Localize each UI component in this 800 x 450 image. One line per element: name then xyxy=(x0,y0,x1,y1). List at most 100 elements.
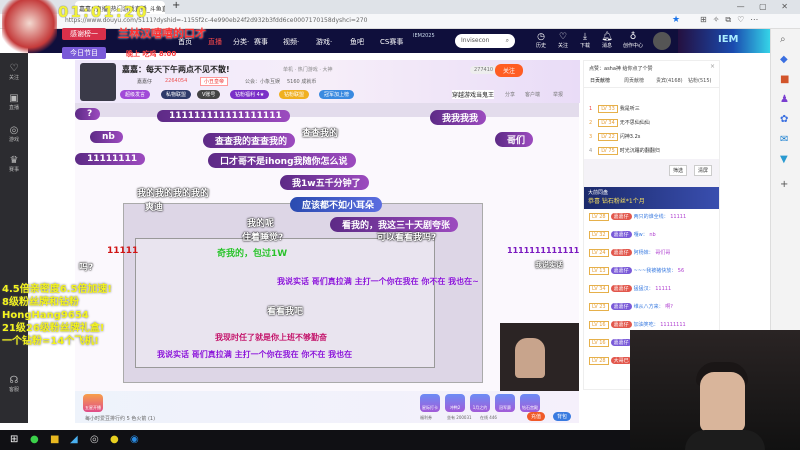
sidebar-item-esports[interactable]: ♛ 赛事 xyxy=(0,155,28,173)
welfare-link[interactable]: 福利券 xyxy=(420,415,432,421)
room-tag[interactable]: 小丑皇帝 xyxy=(200,77,229,86)
pill-3[interactable]: 钻粉福利 4★ xyxy=(230,90,270,99)
nav-video[interactable]: 视频· xyxy=(283,37,299,47)
chat-user[interactable]: 猛猛汉： xyxy=(634,286,654,292)
clear-button[interactable]: 清屏 xyxy=(694,165,713,176)
tab-daily[interactable]: 日贡献榜 xyxy=(590,77,610,84)
backpack-button[interactable]: 背包 xyxy=(553,412,572,421)
follow-button[interactable]: 关注 xyxy=(495,64,524,77)
chat-user[interactable]: 维从八方来： xyxy=(634,304,664,310)
people-icon[interactable]: ♟ xyxy=(780,94,789,105)
filter-button[interactable]: 筛选 xyxy=(669,165,688,176)
nav-esports[interactable]: 赛事 xyxy=(254,37,268,47)
game-icon[interactable]: ▼ xyxy=(780,154,788,165)
nav-follow[interactable]: ♡ 关注 xyxy=(552,32,574,49)
tag-icon[interactable]: ◆ xyxy=(780,54,788,65)
charge-button[interactable]: 充值 xyxy=(527,412,546,421)
chat-message[interactable]: LV 23 嘉嘉仔 维从八方来： 啊? xyxy=(589,303,673,311)
star-icon[interactable]: ★ xyxy=(672,15,680,25)
add-icon[interactable]: + xyxy=(780,179,788,190)
gift-left[interactable]: 五星开播 xyxy=(83,394,103,412)
video-player[interactable]: ? 111111111111111111 我我我我 查查我的 nb 查查我的查查… xyxy=(75,103,579,391)
sidebar-item-service[interactable]: ☊ 客服 xyxy=(0,375,28,393)
sidebar-item-games[interactable]: ◎ 游戏 xyxy=(0,125,28,143)
rank-row[interactable]: 2 LV 34 无不思仙仙仙 xyxy=(589,119,650,127)
browser-toolbar-icons[interactable]: ⊞✧⧉♡⋯ xyxy=(700,15,764,25)
pill-1[interactable]: 私物联盟 xyxy=(161,90,192,99)
wechat-icon[interactable]: ● xyxy=(30,434,39,445)
steam-icon[interactable]: ◎ xyxy=(90,434,99,445)
nav-history[interactable]: ◷ 历史 xyxy=(530,32,552,49)
pill-5[interactable]: 冠军加上榜 xyxy=(319,90,355,99)
toolbox-icon[interactable]: ■ xyxy=(780,74,789,85)
search-icon[interactable]: ⌕ xyxy=(780,34,786,45)
tab-diamond[interactable]: 钻粉(515) xyxy=(688,77,711,84)
rank-row[interactable]: 3 LV 22 闪神3.2s xyxy=(589,133,640,141)
share-button[interactable]: 分享 xyxy=(505,91,515,98)
level: LV 34 xyxy=(598,119,618,127)
guild[interactable]: 公会：小象互娱 xyxy=(245,78,280,85)
pill-0[interactable]: 超级发言 xyxy=(120,90,151,99)
pill-2[interactable]: V账号 xyxy=(197,90,221,99)
sidebar-item-live[interactable]: ▣ 直播 xyxy=(0,93,28,111)
url-text[interactable]: https://www.douyu.com/5111?dyshid=-1155f… xyxy=(65,17,725,24)
level: LV 13 xyxy=(589,267,609,275)
chat-message[interactable]: LV 28 嘉嘉仔 两只的谁全线： 11111 xyxy=(589,213,686,221)
pill-4[interactable]: 钻粉联盟 xyxy=(279,90,310,99)
level: LV 34 xyxy=(589,285,609,293)
gift-item[interactable]: 星际打卡 xyxy=(420,394,440,412)
report-button[interactable]: 举报 xyxy=(553,91,563,98)
chat-message[interactable]: LV 13 嘉嘉仔 ~~~我被猪快放： 56 xyxy=(589,267,684,275)
search-icon[interactable]: ⌕ xyxy=(506,37,509,45)
chat-message[interactable]: LV 16 嘉嘉仔 加油笑吃： 11111111 xyxy=(589,321,686,329)
chat-user[interactable]: 加油笑吃： xyxy=(634,322,659,328)
nav-category[interactable]: 分类· xyxy=(233,37,249,47)
chat-text: 哥们哥 xyxy=(655,250,671,256)
chat-user[interactable]: 阿杨妹： xyxy=(634,250,654,256)
windows-start-icon[interactable]: ⊞ xyxy=(10,434,18,445)
search-input[interactable]: Invisecon ⌕ xyxy=(455,34,515,48)
gift-item[interactable]: 冲鸭2 xyxy=(445,394,465,412)
chat-user[interactable]: 嘎w： xyxy=(634,232,648,238)
label: 创作中心 xyxy=(622,43,643,49)
chat-user[interactable]: 两只的谁全线： xyxy=(634,214,669,220)
nav-live[interactable]: 直播 xyxy=(208,37,222,47)
app-icon[interactable]: ■ xyxy=(50,434,59,445)
nav-download[interactable]: ⤓ 下载 xyxy=(574,32,596,49)
nav-cs[interactable]: CS赛事 xyxy=(380,37,403,47)
event-badge[interactable]: IEM2025 xyxy=(413,33,435,39)
gift-item[interactable]: 1月之约 xyxy=(470,394,490,412)
close-icon[interactable]: × xyxy=(710,63,715,70)
edge-icon[interactable]: ◉ xyxy=(130,434,139,445)
streamer-avatar[interactable] xyxy=(80,63,116,101)
nav-message[interactable]: 🔔︎ 消息 xyxy=(596,32,618,49)
chat-user[interactable]: ~~~我被猪快放： xyxy=(634,268,677,274)
fans-count: 5160 成就币 xyxy=(287,79,317,85)
window-controls[interactable]: — ▢ ✕ xyxy=(737,2,794,11)
nav-games[interactable]: 游戏· xyxy=(316,37,332,47)
iem-banner[interactable]: IEM xyxy=(678,29,770,53)
rank-row[interactable]: 4 LV 75 时光沉睡的翻翻归 xyxy=(589,147,660,155)
level: LV 23 xyxy=(589,303,609,311)
nav-creator[interactable]: ♁ 创作中心 xyxy=(618,32,648,49)
divider xyxy=(584,87,719,88)
user-avatar[interactable] xyxy=(653,32,671,50)
app-icon[interactable]: ◢ xyxy=(70,434,78,445)
streamer-name[interactable]: 嘉嘉仔 xyxy=(137,78,152,85)
nav-fishbar[interactable]: 鱼吧 xyxy=(350,37,364,47)
outlook-icon[interactable]: ✉ xyxy=(780,134,788,145)
gift-item[interactable]: 钻石宫殿 xyxy=(520,394,540,412)
room-category[interactable]: 单机 · 热门游戏 · 大神 xyxy=(283,66,333,73)
app-icon[interactable]: ● xyxy=(110,434,119,445)
new-tab-icon[interactable]: + xyxy=(172,0,180,11)
gift-item[interactable]: 冠军赛 xyxy=(495,394,515,412)
chat-message[interactable]: LV 24 嘉嘉仔 阿杨妹： 哥们哥 xyxy=(589,249,670,257)
chat-message[interactable]: LV 32 嘉嘉仔 嘎w： nb xyxy=(589,231,656,239)
client-button[interactable]: 客户端 xyxy=(525,91,540,98)
chat-message[interactable]: LV 34 嘉嘉仔 猛猛汉： 11111 xyxy=(589,285,671,293)
rank-row[interactable]: 1 LV 33 我是听三 xyxy=(589,105,640,113)
sidebar-item-follow[interactable]: ♡ 关注 xyxy=(0,63,28,81)
copilot-icon[interactable]: ✿ xyxy=(780,114,788,125)
tab-vip[interactable]: 贵宾(4168) xyxy=(656,77,683,84)
tab-weekly[interactable]: 周贡献榜 xyxy=(624,77,644,84)
